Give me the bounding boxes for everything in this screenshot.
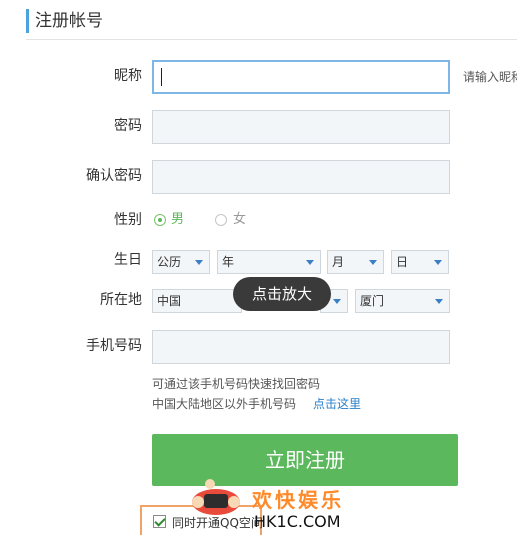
- gender-female-label[interactable]: 女: [233, 212, 246, 228]
- text-caret: [161, 68, 162, 86]
- chevron-down-icon: [369, 260, 377, 265]
- open-qzone-checkbox[interactable]: [153, 515, 166, 528]
- gender-female-radio[interactable]: [215, 214, 227, 226]
- nickname-label: 昵称: [114, 68, 142, 84]
- gender-male-label[interactable]: 男: [171, 212, 184, 228]
- overseas-phone-note: 中国大陆地区以外手机号码: [152, 397, 297, 411]
- nickname-input[interactable]: [152, 60, 450, 94]
- phone-note: 可通过该手机号码快速找回密码: [152, 377, 321, 391]
- chevron-down-icon: [435, 299, 443, 304]
- chevron-down-icon: [306, 260, 314, 265]
- header-accent-bar: [26, 9, 29, 33]
- phone-label: 手机号码: [86, 338, 142, 354]
- overseas-phone-link[interactable]: 点击这里: [313, 396, 361, 412]
- gender-male-radio[interactable]: [154, 214, 166, 226]
- birthday-label: 生日: [114, 252, 142, 268]
- password-label: 密码: [114, 118, 142, 134]
- gender-label: 性别: [114, 212, 142, 228]
- phone-input[interactable]: [152, 330, 450, 364]
- confirm-password-input[interactable]: [152, 160, 450, 194]
- open-qzone-label[interactable]: 同时开通QQ空间: [172, 514, 263, 531]
- calendar-type-select[interactable]: 公历: [152, 250, 210, 274]
- confirm-password-label: 确认密码: [86, 168, 142, 184]
- birth-day-select[interactable]: 日: [391, 250, 449, 274]
- page-title: 注册帐号: [35, 11, 103, 31]
- birth-month-select[interactable]: 月: [327, 250, 384, 274]
- chevron-down-icon: [333, 299, 341, 304]
- country-select[interactable]: 中国: [152, 289, 242, 313]
- password-input[interactable]: [152, 110, 450, 144]
- chevron-down-icon: [195, 260, 203, 265]
- chevron-down-icon: [434, 260, 442, 265]
- watermark-text: 欢快娱乐: [252, 488, 344, 512]
- header-divider: [26, 39, 517, 40]
- zoom-tooltip[interactable]: 点击放大: [233, 277, 331, 311]
- nickname-hint: 请输入昵称: [463, 70, 517, 84]
- location-label: 所在地: [100, 292, 142, 308]
- city-select[interactable]: 厦门: [355, 289, 450, 313]
- watermark-domain: HK1C.COM: [254, 512, 341, 531]
- birth-year-select[interactable]: 年: [217, 250, 321, 274]
